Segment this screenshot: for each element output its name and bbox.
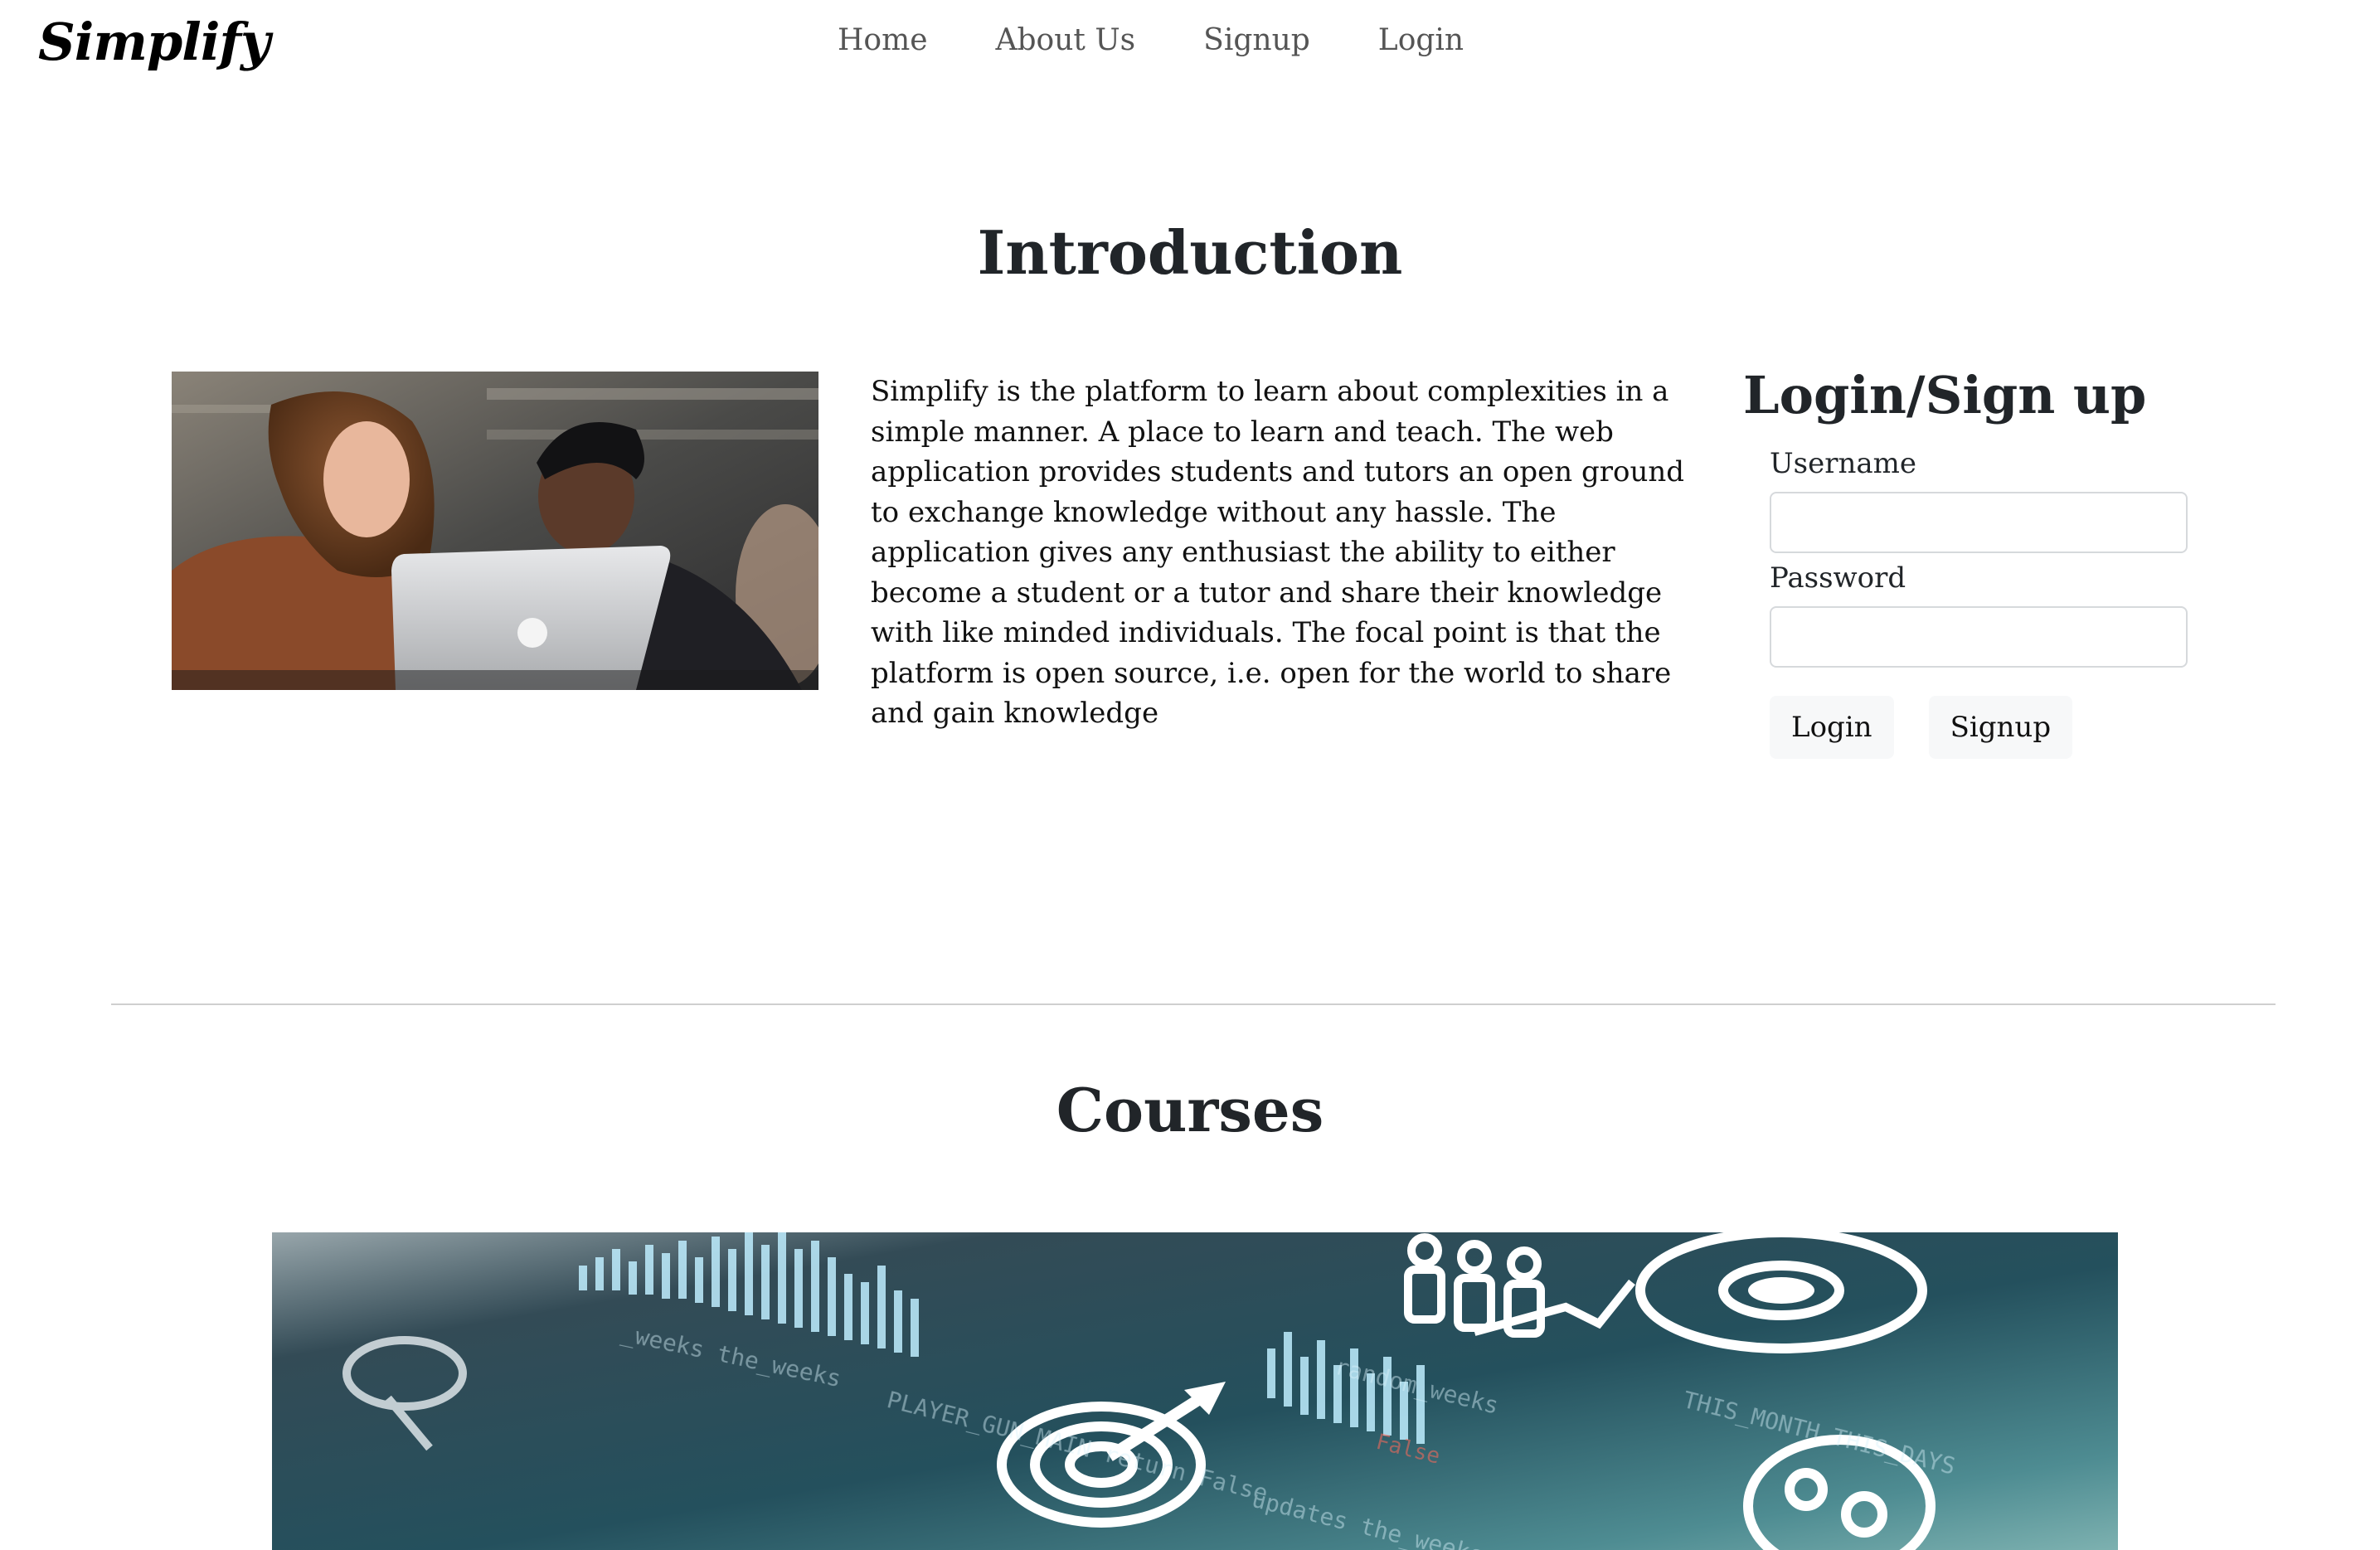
password-input[interactable] [1770, 606, 2188, 668]
signup-button[interactable]: Signup [1928, 696, 2073, 759]
nav-login[interactable]: Login [1378, 23, 1464, 57]
password-label: Password [1770, 561, 1906, 595]
introduction-title: Introduction [977, 217, 1403, 288]
login-panel: Login/Sign up Username Password Login Si… [1743, 365, 2208, 759]
username-input[interactable] [1770, 492, 2188, 553]
login-button[interactable]: Login [1770, 696, 1894, 759]
intro-description: Simplify is the platform to learn about … [871, 375, 1685, 730]
login-title: Login/Sign up [1743, 365, 2147, 425]
section-divider [111, 1003, 2276, 1005]
nav-links: Home About Us Signup Login [838, 23, 1532, 57]
username-label: Username [1770, 447, 1917, 480]
login-buttons: Login Signup [1770, 696, 2208, 759]
nav-home[interactable]: Home [838, 23, 928, 57]
courses-title: Courses [1056, 1075, 1324, 1145]
courses-banner-graphic: _weeks the_weeks PLAYER_GUN_MAIN return … [272, 1232, 2118, 1550]
courses-banner-image: _weeks the_weeks PLAYER_GUN_MAIN return … [272, 1232, 2118, 1550]
nav-signup[interactable]: Signup [1203, 23, 1310, 57]
navbar: Simplify Home About Us Signup Login [0, 0, 2380, 93]
intro-image [172, 372, 818, 690]
nav-about-us[interactable]: About Us [996, 23, 1136, 57]
intro-photo-graphic [172, 372, 818, 690]
brand-logo[interactable]: Simplify [38, 12, 270, 72]
